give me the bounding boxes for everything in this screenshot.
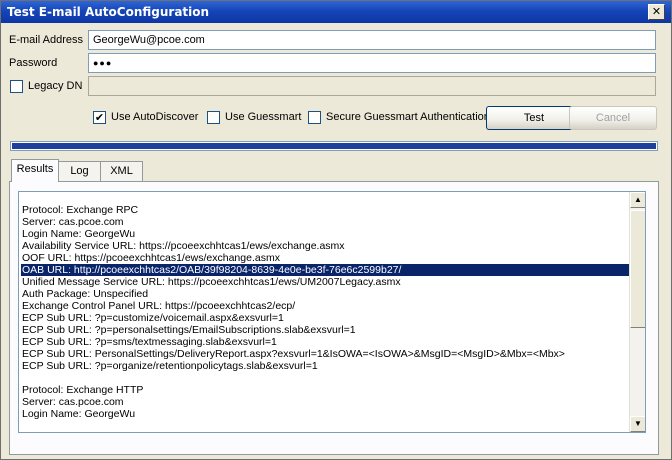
secure-guessmart-label: Secure Guessmart Authentication bbox=[326, 111, 490, 123]
tab-log[interactable]: Log bbox=[58, 161, 101, 181]
result-line[interactable]: Server: cas.pcoe.com bbox=[21, 396, 629, 408]
arrow-up-icon: ▲ bbox=[634, 195, 642, 204]
result-line[interactable]: OOF URL: https://pcoeexchhtcas1/ews/exch… bbox=[21, 252, 629, 264]
tab-xml[interactable]: XML bbox=[100, 161, 143, 181]
password-input[interactable]: ●●● bbox=[88, 53, 656, 73]
email-input[interactable]: GeorgeWu@pcoe.com bbox=[88, 30, 656, 50]
result-line[interactable]: ECP Sub URL: ?p=organize/retentionpolicy… bbox=[21, 360, 629, 372]
result-line[interactable]: Exchange Control Panel URL: https://pcoe… bbox=[21, 300, 629, 312]
use-guessmart-checkbox[interactable] bbox=[207, 111, 220, 124]
result-line[interactable]: Login Name: GeorgeWu bbox=[21, 408, 629, 420]
secure-guessmart-checkbox[interactable] bbox=[308, 111, 321, 124]
progress-bar bbox=[10, 141, 658, 151]
scroll-thumb[interactable] bbox=[630, 210, 645, 328]
result-line[interactable]: ECP Sub URL: ?p=personalsettings/EmailSu… bbox=[21, 324, 629, 336]
result-line[interactable]: Protocol: Exchange HTTP bbox=[21, 384, 629, 396]
autoconfig-dialog: Test E-mail AutoConfiguration ✕ E-mail A… bbox=[0, 0, 672, 460]
result-line[interactable]: OAB URL: http://pcoeexchhtcas2/OAB/39f98… bbox=[21, 264, 629, 276]
results-list[interactable]: Protocol: Exchange RPC Server: cas.pcoe.c… bbox=[18, 191, 646, 433]
scroll-down-button[interactable]: ▼ bbox=[630, 416, 645, 432]
use-autodiscover-label: Use AutoDiscover bbox=[111, 111, 199, 123]
result-line[interactable]: Server: cas.pcoe.com bbox=[21, 216, 629, 228]
email-label: E-mail Address bbox=[9, 34, 83, 46]
scroll-up-button[interactable]: ▲ bbox=[630, 192, 645, 208]
vertical-scrollbar[interactable]: ▲ ▼ bbox=[629, 192, 645, 432]
checkmark-icon: ✔ bbox=[94, 111, 105, 124]
arrow-down-icon: ▼ bbox=[634, 419, 642, 428]
result-line[interactable]: Protocol: Exchange RPC bbox=[21, 204, 629, 216]
test-button[interactable]: Test bbox=[486, 106, 582, 130]
result-line[interactable]: ECP Sub URL: ?p=customize/voicemail.aspx… bbox=[21, 312, 629, 324]
result-line[interactable] bbox=[21, 372, 629, 384]
tab-results[interactable]: Results bbox=[11, 159, 59, 182]
result-line[interactable]: Availability Service URL: https://pcoeex… bbox=[21, 240, 629, 252]
window-title: Test E-mail AutoConfiguration bbox=[7, 5, 210, 19]
cancel-button[interactable]: Cancel bbox=[569, 106, 657, 130]
result-line[interactable]: ECP Sub URL: PersonalSettings/DeliveryRe… bbox=[21, 348, 629, 360]
close-icon: ✕ bbox=[651, 5, 662, 18]
legacy-dn-label: Legacy DN bbox=[28, 80, 83, 92]
result-line[interactable]: ECP Sub URL: ?p=sms/textmessaging.slab&e… bbox=[21, 336, 629, 348]
title-bar[interactable]: Test E-mail AutoConfiguration ✕ bbox=[1, 1, 671, 23]
password-label: Password bbox=[9, 57, 58, 69]
result-line[interactable]: Auth Package: Unspecified bbox=[21, 288, 629, 300]
result-line[interactable]: Unified Message Service URL: https://pco… bbox=[21, 276, 629, 288]
use-guessmart-label: Use Guessmart bbox=[225, 111, 302, 123]
legacy-dn-checkbox[interactable] bbox=[10, 80, 23, 93]
progress-fill bbox=[12, 143, 656, 149]
result-line[interactable]: Login Name: GeorgeWu bbox=[21, 228, 629, 240]
results-lines: Protocol: Exchange RPC Server: cas.pcoe.c… bbox=[21, 204, 629, 420]
close-button[interactable]: ✕ bbox=[648, 4, 665, 20]
use-autodiscover-checkbox[interactable]: ✔ bbox=[93, 111, 106, 124]
legacy-dn-input[interactable] bbox=[88, 76, 656, 96]
